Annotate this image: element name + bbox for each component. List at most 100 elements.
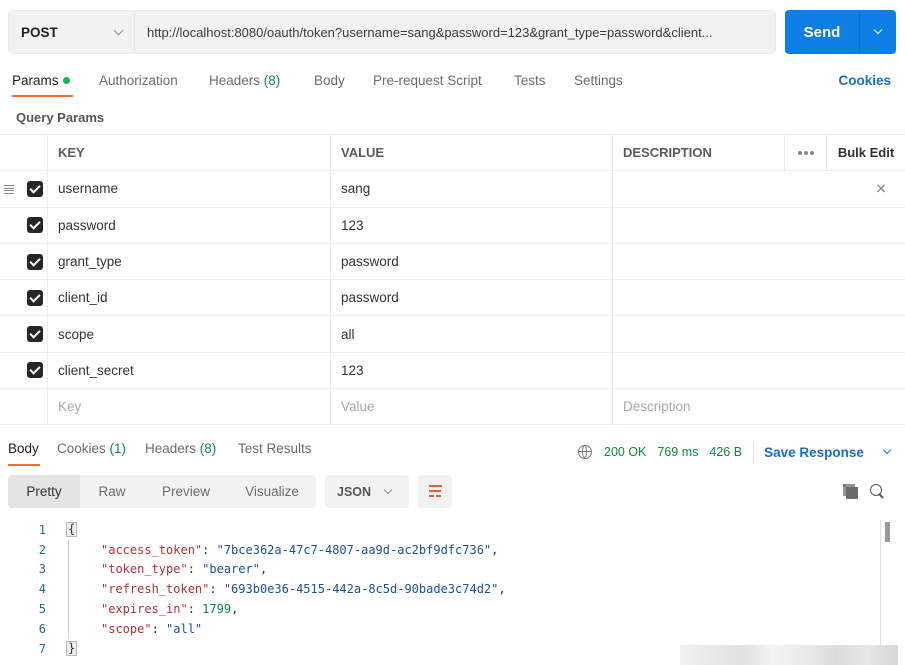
key-cell[interactable]: username	[48, 171, 331, 207]
param-value: 123	[341, 362, 364, 378]
response-time[interactable]: 769 ms	[657, 445, 698, 459]
drag-handle-icon[interactable]	[4, 183, 14, 195]
tab-response-cookies[interactable]: Cookies (1)	[57, 441, 126, 456]
new-value-input[interactable]: Value	[331, 389, 613, 425]
bulk-edit-button[interactable]: Bulk Edit	[827, 135, 905, 170]
value-cell[interactable]: password	[331, 243, 613, 280]
line-number: 3	[38, 562, 46, 577]
column-header-description: DESCRIPTION	[613, 135, 785, 171]
tab-tests[interactable]: Tests	[514, 73, 546, 88]
status-code[interactable]: 200 OK	[604, 445, 646, 459]
value-placeholder: Value	[341, 399, 375, 415]
cookies-link[interactable]: Cookies	[838, 73, 891, 88]
response-body-editor[interactable]: 1 { 2 "access_token": "7bce362a-47c7-480…	[0, 520, 880, 665]
json-key: "scope"	[101, 621, 152, 636]
checkbox-cell	[0, 171, 48, 207]
description-cell[interactable]: ✕	[613, 171, 905, 206]
key-cell[interactable]: password	[48, 207, 331, 243]
param-value: password	[341, 290, 399, 306]
view-pretty[interactable]: Pretty	[8, 475, 80, 508]
value-cell[interactable]: sang	[331, 171, 613, 207]
line-number: 2	[38, 542, 46, 557]
new-key-input[interactable]: Key	[48, 389, 331, 425]
row-checkbox[interactable]	[27, 289, 43, 306]
tab-settings[interactable]: Settings	[574, 73, 623, 88]
code-line: 3 "token_type": "bearer",	[0, 559, 880, 580]
json-value: "all"	[166, 621, 203, 636]
tab-response-headers[interactable]: Headers (8)	[145, 441, 216, 456]
line-number: 5	[38, 602, 46, 617]
more-options-icon[interactable]	[785, 135, 827, 171]
open-brace[interactable]: {	[66, 522, 78, 538]
description-cell[interactable]	[613, 208, 905, 243]
table-row: password 123	[0, 207, 905, 244]
new-description-input[interactable]: Description	[613, 389, 905, 424]
tab-body[interactable]: Body	[314, 73, 345, 88]
view-preview[interactable]: Preview	[144, 475, 228, 508]
close-brace[interactable]: }	[66, 641, 78, 657]
json-value: "7bce362a-47c7-4807-aa9d-ac2bf9dfc736"	[216, 542, 492, 557]
value-cell[interactable]: 123	[331, 352, 613, 389]
value-cell[interactable]: 123	[331, 207, 613, 243]
tab-prerequest-script[interactable]: Pre-request Script	[373, 73, 482, 88]
description-cell[interactable]	[613, 353, 905, 388]
row-checkbox[interactable]	[27, 217, 43, 234]
row-checkbox[interactable]	[27, 326, 43, 343]
checkbox-cell	[0, 352, 48, 389]
search-icon[interactable]	[870, 484, 885, 499]
line-number: 1	[38, 522, 46, 537]
tab-params[interactable]: Params	[12, 73, 70, 88]
description-cell[interactable]	[613, 244, 905, 279]
query-params-table: KEY VALUE DESCRIPTION Bulk Edit username…	[0, 134, 905, 426]
method-select[interactable]: POST	[9, 11, 135, 53]
wrap-lines-button[interactable]	[418, 475, 452, 508]
view-visualize[interactable]: Visualize	[228, 475, 316, 508]
code-line: 2 "access_token": "7bce362a-47c7-4807-aa…	[0, 539, 880, 560]
divider	[753, 441, 755, 463]
chevron-down-icon	[873, 25, 883, 35]
tab-response-body[interactable]: Body	[8, 441, 39, 456]
view-raw[interactable]: Raw	[80, 475, 144, 508]
checkbox-cell	[0, 280, 48, 316]
param-key: scope	[58, 326, 95, 342]
close-icon[interactable]: ✕	[875, 180, 887, 197]
editor-scrollbar[interactable]	[880, 520, 890, 645]
row-checkbox[interactable]	[27, 362, 43, 379]
key-cell[interactable]: client_secret	[48, 352, 331, 389]
format-label: JSON	[337, 484, 372, 499]
new-param-row: Key Value Description	[0, 389, 905, 426]
response-size[interactable]: 426 B	[709, 445, 742, 459]
json-key: "expires_in"	[101, 602, 188, 617]
scrollbar-thumb[interactable]	[885, 522, 890, 542]
url-input[interactable]: http://localhost:8080/oauth/token?userna…	[135, 25, 775, 40]
chevron-down-icon	[383, 485, 393, 494]
key-cell[interactable]: client_id	[48, 280, 331, 316]
save-response-button[interactable]: Save Response	[764, 445, 901, 460]
param-key: grant_type	[58, 254, 122, 270]
value-cell[interactable]: password	[331, 280, 613, 316]
view-mode-selector: Pretty Raw Preview Visualize	[8, 475, 316, 508]
param-key: client_secret	[58, 362, 134, 378]
description-placeholder: Description	[623, 399, 691, 415]
header-checkbox-cell	[0, 135, 48, 171]
format-select[interactable]: JSON	[325, 475, 409, 508]
value-cell[interactable]: all	[331, 316, 613, 352]
description-cell[interactable]	[613, 316, 905, 351]
send-button[interactable]: Send	[785, 10, 860, 54]
description-cell[interactable]	[613, 280, 905, 315]
tab-test-results[interactable]: Test Results	[238, 441, 312, 456]
send-options-button[interactable]	[860, 10, 896, 54]
key-cell[interactable]: grant_type	[48, 243, 331, 280]
globe-icon[interactable]	[578, 445, 592, 459]
row-checkbox[interactable]	[27, 180, 43, 197]
row-checkbox[interactable]	[27, 253, 43, 270]
tab-authorization[interactable]: Authorization	[99, 73, 178, 88]
key-cell[interactable]: scope	[48, 316, 331, 352]
param-value: all	[341, 326, 355, 342]
method-label: POST	[21, 24, 58, 40]
tab-headers[interactable]: Headers (8)	[209, 73, 280, 88]
headers-count: (8)	[199, 441, 217, 456]
line-number: 7	[38, 641, 46, 656]
table-row: client_secret 123	[0, 352, 905, 390]
copy-icon[interactable]	[843, 484, 858, 499]
